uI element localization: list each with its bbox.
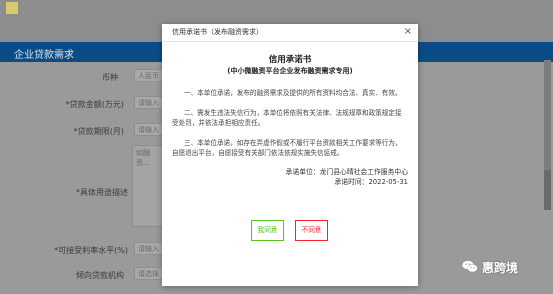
- purpose-textarea[interactable]: 如融资...: [132, 145, 164, 227]
- loan-amount-label: *贷款金额(万元): [65, 100, 124, 109]
- loan-term-input[interactable]: 请输入: [134, 123, 164, 136]
- preferred-lender-label: 倾向贷款机构: [76, 271, 124, 280]
- purpose-label: *具体用途描述: [76, 188, 128, 197]
- interest-rate-label: *可接受利率水平(%): [54, 246, 128, 255]
- commitment-paragraph-3: 三、本单位承诺，如存在弄虚作假或不履行平台资款相关工作要求等行为，自愿退出平台，…: [172, 138, 402, 158]
- commitment-paragraph-1: 一、本单位承诺，发布的融资需求及提供的所有资料均合法、真实、有效。: [184, 89, 402, 97]
- watermark-text: 惠跨境: [482, 261, 519, 275]
- close-icon[interactable]: ×: [404, 26, 412, 37]
- dialog-title: 信用承诺书（发布融资需求）: [172, 28, 263, 36]
- commitment-paragraph-2: 二、需发生违法失信行为，本单位将依照有关法律、法规规章和政策规定接受处罚，并依法…: [172, 108, 402, 128]
- credit-commitment-dialog: 信用承诺书（发布融资需求） × 信用承诺书 (中小微融资平台企业发布融资需求专用…: [162, 24, 418, 286]
- watermark: 惠跨境: [462, 258, 552, 278]
- signature-block: 承诺单位：龙门县心晴社会工作服务中心 承诺时间：2022-05-31: [172, 167, 408, 187]
- sign-time: 承诺时间：2022-05-31: [334, 177, 409, 186]
- sign-unit: 承诺单位：龙门县心晴社会工作服务中心: [285, 167, 408, 176]
- disagree-button[interactable]: 不同意: [295, 220, 328, 241]
- interest-rate-input[interactable]: 请输入: [134, 242, 164, 255]
- section-title: 企业贷款需求: [14, 50, 74, 61]
- preferred-lender-select[interactable]: 请选择: [134, 267, 164, 280]
- logo: [6, 2, 18, 14]
- scrollbar-thumb[interactable]: [544, 170, 551, 210]
- agree-button[interactable]: 我同意: [251, 220, 284, 241]
- loan-amount-input[interactable]: 请输入: [134, 96, 164, 109]
- dialog-actions: 我同意 不同意: [162, 220, 418, 242]
- dialog-body: 信用承诺书 (中小微融资平台企业发布融资需求专用) 一、本单位承诺，发布的融资需…: [162, 53, 418, 187]
- wechat-icon: [462, 260, 478, 273]
- currency-label: 币种: [102, 73, 118, 82]
- commitment-subtitle: (中小微融资平台企业发布融资需求专用): [227, 67, 353, 75]
- commitment-title: 信用承诺书: [268, 55, 312, 65]
- loan-term-label: *贷款期限(月): [73, 127, 124, 136]
- dialog-header: 信用承诺书（发布融资需求） ×: [162, 24, 418, 42]
